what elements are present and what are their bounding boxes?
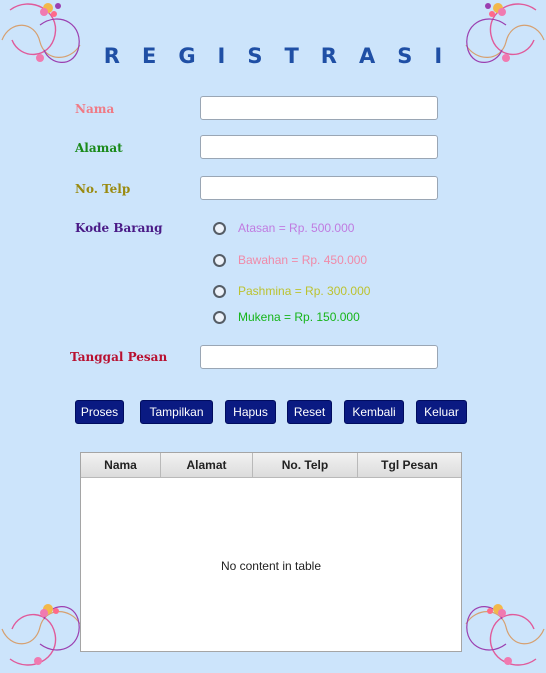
telp-input[interactable] [200,176,438,200]
table-header: Nama Alamat No. Telp Tgl Pesan [81,453,461,478]
column-header-nama[interactable]: Nama [81,453,161,477]
column-header-telp[interactable]: No. Telp [253,453,358,477]
option-mukena[interactable]: Mukena = Rp. 150.000 [213,307,360,327]
option-label: Atasan = Rp. 500.000 [238,221,355,235]
empty-table-message: No content in table [220,559,322,573]
option-atasan[interactable]: Atasan = Rp. 500.000 [213,218,354,238]
telp-label: No. Telp [75,182,131,196]
page-title: REGISTRASI [103,44,465,68]
data-table[interactable]: Nama Alamat No. Telp Tgl Pesan No conten… [80,452,462,652]
kembali-button[interactable]: Kembali [344,400,404,424]
column-header-tgl-pesan[interactable]: Tgl Pesan [358,453,461,477]
radio-button[interactable] [213,253,226,267]
flower-ornament-icon [0,599,92,669]
radio-button[interactable] [213,284,226,298]
option-label: Pashmina = Rp. 300.000 [238,284,371,298]
radio-button[interactable] [213,310,226,324]
alamat-label: Alamat [75,141,123,155]
nama-input[interactable] [200,96,438,120]
kode-barang-label: Kode Barang [75,221,163,235]
proses-button[interactable]: Proses [75,400,124,424]
tanggal-pesan-label: Tanggal Pesan [70,350,168,364]
option-label: Mukena = Rp. 150.000 [238,310,360,324]
alamat-input[interactable] [200,135,438,159]
hapus-button[interactable]: Hapus [225,400,276,424]
radio-button[interactable] [213,221,226,235]
nama-label: Nama [75,102,115,116]
reset-button[interactable]: Reset [287,400,332,424]
option-label: Bawahan = Rp. 450.000 [238,253,368,267]
flower-ornament-icon [454,599,546,669]
option-bawahan[interactable]: Bawahan = Rp. 450.000 [213,250,367,270]
option-pashmina[interactable]: Pashmina = Rp. 300.000 [213,281,370,301]
tampilkan-button[interactable]: Tampilkan [140,400,213,424]
keluar-button[interactable]: Keluar [416,400,467,424]
tanggal-pesan-input[interactable] [200,345,438,369]
column-header-alamat[interactable]: Alamat [161,453,253,477]
